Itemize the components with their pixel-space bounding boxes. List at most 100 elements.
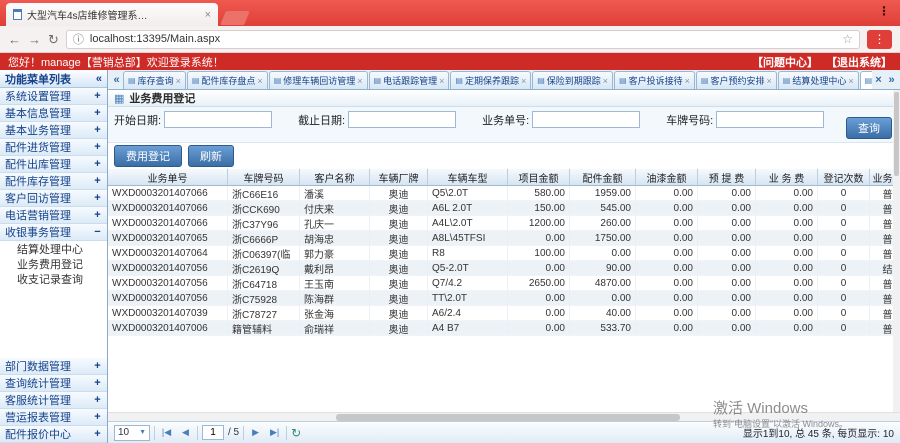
sidebar-subitem[interactable]: 收支记录查询 bbox=[0, 271, 107, 286]
query-button[interactable]: 查询 bbox=[846, 117, 892, 139]
expand-icon[interactable]: + bbox=[93, 192, 102, 204]
tab[interactable]: ▤ 结算处理中心 × bbox=[777, 71, 859, 89]
forward-icon[interactable]: → bbox=[28, 33, 41, 46]
table-row[interactable]: WXD0003201407039 浙C78727 张金海 奥迪 A6/2.4 0.00 40… bbox=[108, 306, 900, 321]
expand-icon[interactable]: + bbox=[93, 377, 102, 389]
table-row[interactable]: WXD0003201407056 浙C64718 王玉南 奥迪 Q7/4.2 2650.0… bbox=[108, 276, 900, 291]
expand-icon[interactable]: + bbox=[93, 141, 102, 153]
column-header[interactable]: 车辆厂牌 bbox=[370, 169, 428, 186]
table-row[interactable]: WXD0003201407065 浙C6666P 胡海忠 奥迪 A8L\45TFSI 0.… bbox=[108, 231, 900, 246]
table-row[interactable]: WXD0003201407066 浙CCK690 付庆来 奥迪 A6L 2.0T 150.… bbox=[108, 201, 900, 216]
tab[interactable]: ▤ 修理车辆回访管理 × bbox=[268, 71, 368, 89]
column-header[interactable]: 配件金额 bbox=[570, 169, 636, 186]
tab-close-icon[interactable]: × bbox=[205, 9, 211, 21]
new-tab-button[interactable] bbox=[220, 11, 250, 25]
fee-register-button[interactable]: 费用登记 bbox=[114, 145, 182, 167]
reload-icon[interactable]: ↻ bbox=[48, 33, 59, 46]
sidebar-group[interactable]: 基本信息管理 + bbox=[0, 105, 107, 122]
horizontal-scrollbar[interactable] bbox=[108, 412, 900, 421]
tab-close-icon[interactable]: × bbox=[685, 76, 690, 86]
sidebar-subitem[interactable]: 结算处理中心 bbox=[0, 241, 107, 256]
table-row[interactable]: WXD0003201407064 浙C06397(临 郭力豪 奥迪 R8 100.00 0.… bbox=[108, 246, 900, 261]
page-number-input[interactable] bbox=[202, 425, 224, 440]
sidebar-group[interactable]: 系统设置管理 + bbox=[0, 88, 107, 105]
horizontal-scrollbar-thumb[interactable] bbox=[336, 414, 680, 421]
expand-icon[interactable]: + bbox=[93, 360, 102, 372]
tab[interactable]: ▤ 定期保养跟踪 × bbox=[450, 71, 532, 89]
prev-page-button[interactable]: ◀ bbox=[178, 427, 193, 438]
expand-icon[interactable]: + bbox=[93, 175, 102, 187]
expand-icon[interactable]: + bbox=[93, 90, 102, 102]
sidebar-group[interactable]: 配件进货管理 + bbox=[0, 139, 107, 156]
end-date-input[interactable] bbox=[348, 111, 457, 128]
plate-no-input[interactable] bbox=[716, 111, 825, 128]
table-row[interactable]: WXD0003201407066 浙C66E16 潘溪 奥迪 Q5\2.0T 580.00… bbox=[108, 186, 900, 201]
business-no-input[interactable] bbox=[532, 111, 641, 128]
column-header[interactable]: 登记次数 bbox=[818, 169, 870, 186]
expand-icon[interactable]: + bbox=[93, 394, 102, 406]
sidebar-group[interactable]: 配件报价中心 + bbox=[0, 426, 107, 443]
tab[interactable]: ▤ 客户预约安排 × bbox=[695, 71, 777, 89]
tab-close-all-icon[interactable]: × bbox=[872, 72, 885, 89]
table-row[interactable]: WXD0003201407056 浙C2619Q 戴利昂 奥迪 Q5-2.0T 0.00 9… bbox=[108, 261, 900, 276]
tab-close-icon[interactable]: × bbox=[357, 76, 362, 86]
vertical-scrollbar[interactable] bbox=[893, 90, 900, 412]
window-controls-icon[interactable]: ⋮ bbox=[878, 4, 892, 18]
tab[interactable]: ▤业务费用登记× bbox=[859, 71, 872, 89]
tab-close-icon[interactable]: × bbox=[176, 76, 181, 86]
sidebar-subitem[interactable]: 业务费用登记 bbox=[0, 256, 107, 271]
column-header[interactable]: 项目金额 bbox=[508, 169, 570, 186]
tab-close-icon[interactable]: × bbox=[603, 76, 608, 86]
table-row[interactable]: WXD0003201407056 浙C75928 陈海群 奥迪 TT\2.0T 0.00 0… bbox=[108, 291, 900, 306]
tab[interactable]: ▤ 保险到期跟踪 × bbox=[532, 71, 614, 89]
tab[interactable]: ▤ 配件库存盘点 × bbox=[186, 71, 268, 89]
sidebar-group[interactable]: 营运报表管理 + bbox=[0, 409, 107, 426]
expand-icon[interactable]: + bbox=[93, 107, 102, 119]
tab[interactable]: ▤ 客户投诉接待 × bbox=[614, 71, 695, 89]
sidebar-group[interactable]: 客户回访管理 + bbox=[0, 190, 107, 207]
sidebar-group[interactable]: 收银事务管理 − bbox=[0, 224, 107, 241]
bookmark-star-icon[interactable]: ☆ bbox=[842, 32, 853, 46]
refresh-button[interactable]: 刷新 bbox=[188, 145, 234, 167]
column-header[interactable]: 车牌号码 bbox=[228, 169, 300, 186]
sidebar-group[interactable]: 查询统计管理 + bbox=[0, 375, 107, 392]
next-page-button[interactable]: ▶ bbox=[248, 427, 263, 438]
start-date-input[interactable] bbox=[164, 111, 273, 128]
column-header[interactable]: 客户名称 bbox=[300, 169, 370, 186]
column-header[interactable]: 油漆金额 bbox=[636, 169, 698, 186]
column-header[interactable]: 业务单号 bbox=[108, 169, 228, 186]
sidebar-group[interactable]: 客服统计管理 + bbox=[0, 392, 107, 409]
tab-close-icon[interactable]: × bbox=[766, 76, 771, 86]
tab-close-icon[interactable]: × bbox=[848, 76, 853, 86]
grid-refresh-icon[interactable]: ↻ bbox=[291, 426, 301, 440]
site-info-icon[interactable]: ⓘ bbox=[73, 31, 84, 47]
browser-tab[interactable]: 大型汽车4s店维修管理系… × bbox=[6, 3, 218, 26]
page-size-select[interactable]: 10 ▼ bbox=[114, 424, 150, 441]
expand-icon[interactable]: + bbox=[93, 158, 102, 170]
tab-close-icon[interactable]: × bbox=[257, 76, 262, 86]
sidebar-group[interactable]: 电话营销管理 + bbox=[0, 207, 107, 224]
expand-icon[interactable]: + bbox=[93, 209, 102, 221]
expand-icon[interactable]: + bbox=[93, 411, 102, 423]
expand-icon[interactable]: + bbox=[93, 124, 102, 136]
column-header[interactable]: 车辆车型 bbox=[428, 169, 508, 186]
column-header[interactable]: 业 务 费 bbox=[756, 169, 818, 186]
vertical-scrollbar-thumb[interactable] bbox=[894, 92, 899, 176]
column-header[interactable]: 预 提 费 bbox=[698, 169, 756, 186]
sidebar-collapse-icon[interactable]: « bbox=[96, 73, 102, 85]
tab-scroll-left-icon[interactable]: « bbox=[110, 72, 123, 89]
back-icon[interactable]: ← bbox=[8, 33, 21, 46]
tab[interactable]: ▤ 库存查询 × bbox=[123, 71, 186, 89]
tab-scroll-right-icon[interactable]: » bbox=[885, 72, 898, 89]
first-page-button[interactable]: |◀ bbox=[159, 427, 174, 438]
browser-menu-button[interactable]: ⋮ bbox=[867, 29, 892, 49]
tab-close-icon[interactable]: × bbox=[439, 76, 444, 86]
tab-close-icon[interactable]: × bbox=[521, 76, 526, 86]
collapse-icon[interactable]: − bbox=[93, 226, 102, 238]
last-page-button[interactable]: ▶| bbox=[267, 427, 282, 438]
address-bar[interactable]: ⓘ localhost:13395/Main.aspx ☆ bbox=[65, 29, 860, 49]
logout-button[interactable]: 【退出系统】 bbox=[826, 54, 892, 70]
table-row[interactable]: WXD0003201407006 籍管辅料 俞瑞祥 奥迪 A4 B7 0.00 533.70… bbox=[108, 321, 900, 336]
tab[interactable]: ▤ 电话跟踪管理 × bbox=[368, 71, 450, 89]
table-row[interactable]: WXD0003201407066 浙C37Y96 孔庆一 奥迪 A4L\2.0T 1200… bbox=[108, 216, 900, 231]
